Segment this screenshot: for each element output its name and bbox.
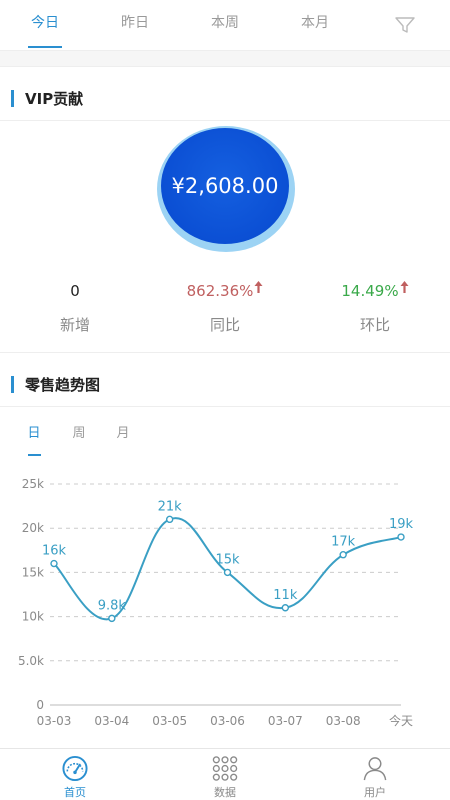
tab-this-month[interactable]: 本月 <box>270 0 360 50</box>
stats-divider <box>0 352 450 353</box>
y-tick-label: 10k <box>22 610 44 624</box>
nav-home[interactable]: 首页 <box>0 749 150 800</box>
data-point <box>165 515 174 524</box>
data-point <box>50 559 58 568</box>
vip-stats: 0 新增 862.36% 同比 14.49% 环比 <box>0 280 450 340</box>
section-marker <box>11 375 14 393</box>
tab-this-week[interactable]: 本周 <box>180 0 270 50</box>
trend-section-header: 零售趋势图 <box>0 364 450 404</box>
grid-dots-icon <box>212 756 238 781</box>
y-tick-label: 5.0k <box>18 654 44 668</box>
x-tick-label: 03-04 <box>94 714 129 728</box>
data-point <box>281 604 290 612</box>
subtab-week[interactable]: 周 <box>64 420 94 456</box>
section-gap-line <box>0 66 450 67</box>
x-tick-label: 03-06 <box>210 714 245 728</box>
subtab-day[interactable]: 日 <box>19 420 49 456</box>
y-tick-label: 20k <box>22 521 44 535</box>
subtab-month[interactable]: 月 <box>108 420 138 456</box>
section-marker <box>11 89 14 107</box>
retail-trend-chart: 0 5.0k 10k 15k 20k 25k 03-03 03-04 03-05 03-06 03-… <box>18 477 414 728</box>
data-label: 21k <box>158 499 183 514</box>
vip-section-title: VIP贡献 <box>25 89 84 108</box>
nav-home-label: 首页 <box>64 786 86 799</box>
data-label: 19k <box>389 517 414 532</box>
stat-yoy-value: 862.36% <box>150 280 300 304</box>
nav-user-label: 用户 <box>364 786 386 799</box>
nav-data-label: 数据 <box>214 786 236 799</box>
period-tabs: 今日 昨日 本周 本月 <box>0 0 450 50</box>
speedometer-icon <box>62 755 88 782</box>
trend-section-title: 零售趋势图 <box>25 375 101 394</box>
stat-yoy-label: 同比 <box>209 316 240 334</box>
section-gap <box>0 51 450 66</box>
data-point <box>339 551 347 559</box>
data-label: 9.8k <box>98 598 127 613</box>
vip-amount: ¥2,608.00 <box>171 174 279 198</box>
circle-core: ¥2,608.00 <box>161 128 289 244</box>
tab-yesterday[interactable]: 昨日 <box>90 0 180 50</box>
vip-header-divider <box>0 120 450 121</box>
bottom-nav: 首页 数据 用户 <box>0 748 450 800</box>
arrow-up-icon <box>254 281 263 293</box>
data-label: 16k <box>42 544 67 559</box>
data-label: 17k <box>331 535 356 550</box>
trend-header-divider <box>0 406 450 407</box>
stat-mom-value: 14.49% <box>300 280 450 304</box>
y-tick-label: 25k <box>22 477 44 491</box>
data-point <box>108 614 116 623</box>
x-tick-label: 今天 <box>389 713 413 728</box>
y-tick-label: 0 <box>36 698 44 712</box>
stat-new-value: 0 <box>70 282 80 300</box>
filter-button[interactable] <box>360 0 450 50</box>
x-tick-label: 03-03 <box>37 714 72 728</box>
stat-mom-label: 环比 <box>359 316 390 334</box>
arrow-up-icon <box>400 281 409 293</box>
stat-new: 0 新增 <box>0 280 150 340</box>
nav-data[interactable]: 数据 <box>150 749 300 800</box>
x-tick-label: 03-05 <box>152 714 187 728</box>
user-icon <box>363 757 387 781</box>
filter-icon <box>395 17 415 33</box>
stat-yoy: 862.36% 同比 <box>150 280 300 340</box>
y-tick-label: 15k <box>22 565 44 579</box>
x-tick-label: 03-07 <box>268 714 303 728</box>
data-label: 11k <box>273 588 298 603</box>
trend-range-tabs: 日 周 月 <box>0 420 450 460</box>
data-point <box>223 568 232 577</box>
nav-user[interactable]: 用户 <box>300 749 450 800</box>
x-tick-label: 03-08 <box>326 714 361 728</box>
stat-mom: 14.49% 环比 <box>300 280 450 340</box>
stat-new-label: 新增 <box>59 316 90 334</box>
vip-amount-circle: ¥2,608.00 <box>157 126 295 252</box>
tab-today[interactable]: 今日 <box>0 0 90 50</box>
data-label: 15k <box>215 552 240 567</box>
data-point <box>397 533 405 541</box>
vip-section-header: VIP贡献 <box>0 78 450 118</box>
